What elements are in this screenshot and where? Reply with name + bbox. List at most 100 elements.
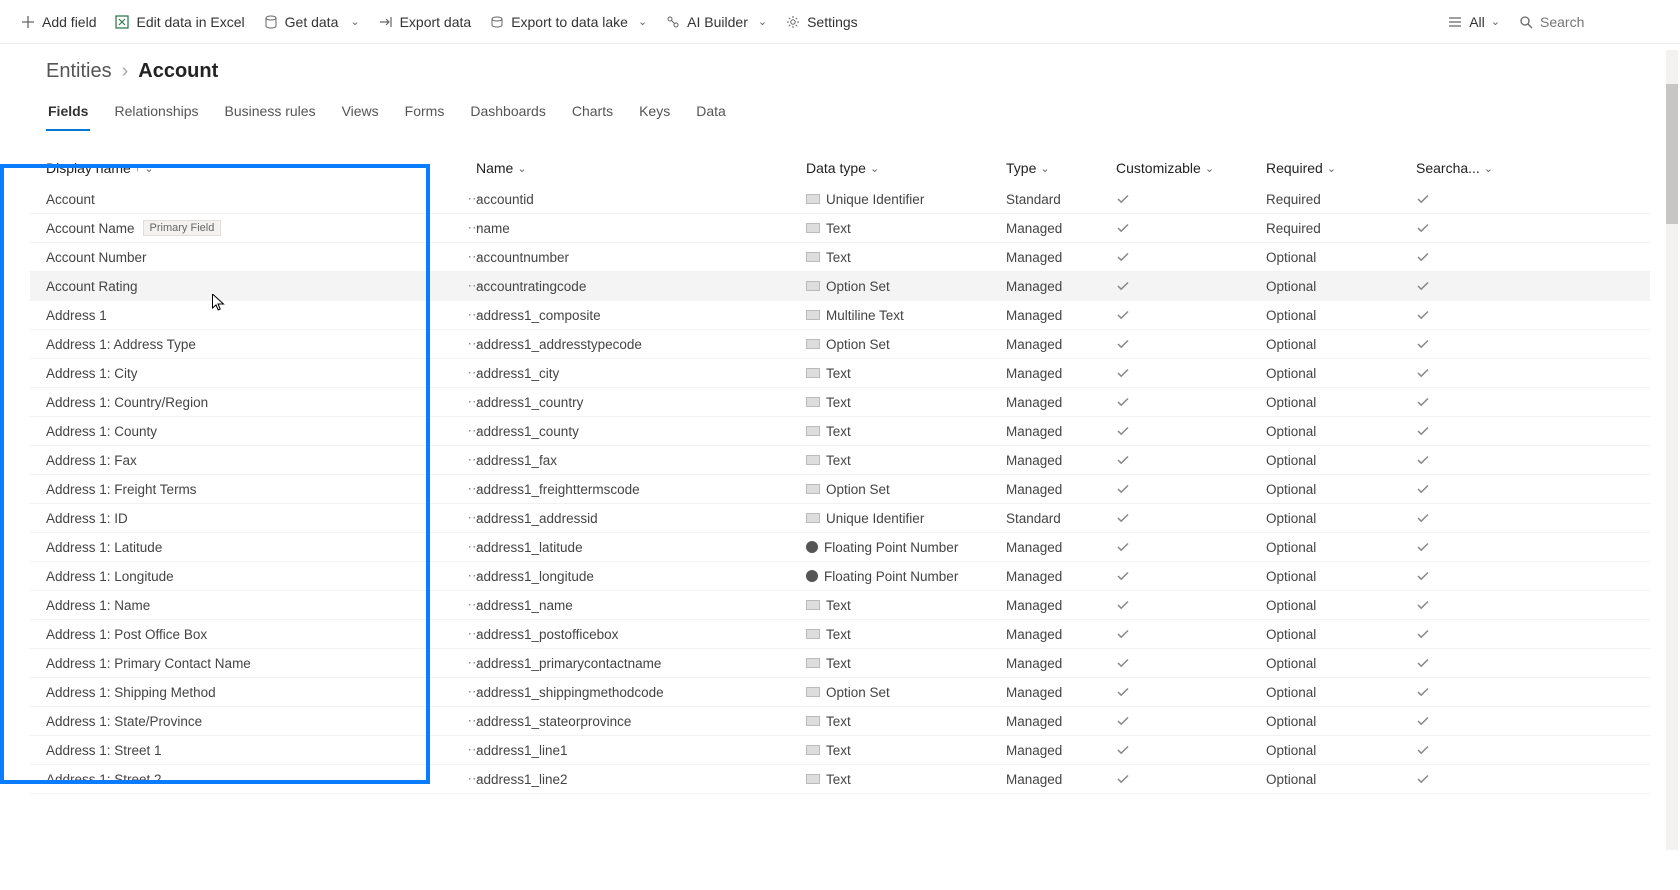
column-name[interactable]: Name ⌄ <box>476 160 806 176</box>
data-type-icon <box>806 252 820 262</box>
row-more-button[interactable]: ⋯ <box>468 655 483 671</box>
searchable-check-icon <box>1416 279 1496 293</box>
row-more-button[interactable]: ⋯ <box>468 539 483 555</box>
row-more-button[interactable]: ⋯ <box>468 307 483 323</box>
row-more-button[interactable]: ⋯ <box>468 336 483 352</box>
column-display-name[interactable]: Display name ↑ ⌄ <box>46 160 476 176</box>
data-type-icon <box>806 570 818 582</box>
table-row[interactable]: Account NamePrimary Field⋯nameTextManage… <box>30 214 1650 243</box>
breadcrumb-parent[interactable]: Entities <box>46 60 112 83</box>
data-type-icon <box>806 339 820 349</box>
table-row[interactable]: Address 1: State/Province⋯address1_state… <box>30 707 1650 736</box>
chevron-down-icon[interactable]: ⌄ <box>1484 162 1493 175</box>
row-more-button[interactable]: ⋯ <box>468 684 483 700</box>
chevron-down-icon[interactable]: ⌄ <box>1327 162 1336 175</box>
chevron-down-icon[interactable]: ⌄ <box>350 15 359 28</box>
tab-dashboards[interactable]: Dashboards <box>468 97 548 131</box>
row-more-button[interactable]: ⋯ <box>468 713 483 729</box>
scrollbar-thumb[interactable] <box>1666 84 1678 224</box>
field-type: Managed <box>1006 395 1116 410</box>
row-more-button[interactable]: ⋯ <box>468 423 483 439</box>
field-required: Optional <box>1266 627 1416 642</box>
field-display-name: Address 1: Street 2 <box>46 772 162 787</box>
column-required[interactable]: Required ⌄ <box>1266 160 1416 176</box>
field-type: Managed <box>1006 424 1116 439</box>
row-more-button[interactable]: ⋯ <box>468 626 483 642</box>
row-more-button[interactable]: ⋯ <box>468 278 483 294</box>
table-row[interactable]: Address 1: Shipping Method⋯address1_ship… <box>30 678 1650 707</box>
tab-fields[interactable]: Fields <box>46 97 90 131</box>
chevron-down-icon[interactable]: ⌄ <box>1040 162 1049 175</box>
searchable-check-icon <box>1416 772 1496 786</box>
export-lake-button[interactable]: Export to data lake ⌄ <box>489 14 647 30</box>
row-more-button[interactable]: ⋯ <box>468 597 483 613</box>
tab-business-rules[interactable]: Business rules <box>223 97 318 131</box>
field-type: Managed <box>1006 366 1116 381</box>
search-box[interactable] <box>1518 14 1660 30</box>
row-more-button[interactable]: ⋯ <box>468 452 483 468</box>
tab-data[interactable]: Data <box>694 97 728 131</box>
chevron-down-icon[interactable]: ⌄ <box>758 15 767 28</box>
tab-forms[interactable]: Forms <box>403 97 447 131</box>
field-required: Optional <box>1266 453 1416 468</box>
table-row[interactable]: Address 1: Street 2⋯address1_line2TextMa… <box>30 765 1650 794</box>
add-field-button[interactable]: Add field <box>20 14 96 30</box>
table-row[interactable]: Address 1: Primary Contact Name⋯address1… <box>30 649 1650 678</box>
chevron-down-icon[interactable]: ⌄ <box>1491 15 1500 28</box>
command-bar: Add field Edit data in Excel Get data ⌄ … <box>0 0 1680 44</box>
chevron-down-icon[interactable]: ⌄ <box>870 162 879 175</box>
chevron-down-icon[interactable]: ⌄ <box>517 162 526 175</box>
column-searchable[interactable]: Searcha... ⌄ <box>1416 160 1496 176</box>
table-row[interactable]: Address 1: Address Type⋯address1_address… <box>30 330 1650 359</box>
tab-charts[interactable]: Charts <box>570 97 615 131</box>
column-data-type[interactable]: Data type ⌄ <box>806 160 1006 176</box>
table-row[interactable]: Address 1: Name⋯address1_nameTextManaged… <box>30 591 1650 620</box>
column-type[interactable]: Type ⌄ <box>1006 160 1116 176</box>
table-row[interactable]: Address 1: Country/Region⋯address1_count… <box>30 388 1650 417</box>
field-display-name: Address 1: Shipping Method <box>46 685 216 700</box>
field-type: Managed <box>1006 482 1116 497</box>
edit-excel-button[interactable]: Edit data in Excel <box>114 14 244 30</box>
table-row[interactable]: Account Rating⋯accountratingcodeOption S… <box>30 272 1650 301</box>
customizable-check-icon <box>1116 424 1266 438</box>
export-data-button[interactable]: Export data <box>378 14 472 30</box>
row-more-button[interactable]: ⋯ <box>468 742 483 758</box>
row-more-button[interactable]: ⋯ <box>468 510 483 526</box>
field-type: Managed <box>1006 453 1116 468</box>
row-more-button[interactable]: ⋯ <box>468 568 483 584</box>
row-more-button[interactable]: ⋯ <box>468 191 483 207</box>
table-row[interactable]: Address 1: ID⋯address1_addressidUnique I… <box>30 504 1650 533</box>
table-row[interactable]: Address 1: Post Office Box⋯address1_post… <box>30 620 1650 649</box>
row-more-button[interactable]: ⋯ <box>468 481 483 497</box>
table-row[interactable]: Address 1: Freight Terms⋯address1_freigh… <box>30 475 1650 504</box>
table-row[interactable]: Address 1: Street 1⋯address1_line1TextMa… <box>30 736 1650 765</box>
field-data-type: Option Set <box>806 279 1006 294</box>
tab-views[interactable]: Views <box>340 97 381 131</box>
column-customizable[interactable]: Customizable ⌄ <box>1116 160 1266 176</box>
tab-keys[interactable]: Keys <box>637 97 672 131</box>
plus-icon <box>20 14 36 30</box>
table-row[interactable]: Address 1⋯address1_compositeMultiline Te… <box>30 301 1650 330</box>
row-more-button[interactable]: ⋯ <box>468 365 483 381</box>
chevron-down-icon[interactable]: ⌄ <box>638 15 647 28</box>
row-more-button[interactable]: ⋯ <box>468 220 483 236</box>
settings-button[interactable]: Settings <box>785 14 858 30</box>
ai-builder-button[interactable]: AI Builder ⌄ <box>665 14 767 30</box>
customizable-check-icon <box>1116 743 1266 757</box>
table-row[interactable]: Account⋯accountidUnique IdentifierStanda… <box>30 185 1650 214</box>
table-row[interactable]: Address 1: County⋯address1_countyTextMan… <box>30 417 1650 446</box>
table-row[interactable]: Address 1: City⋯address1_cityTextManaged… <box>30 359 1650 388</box>
table-row[interactable]: Address 1: Longitude⋯address1_longitudeF… <box>30 562 1650 591</box>
search-input[interactable] <box>1540 14 1660 30</box>
get-data-button[interactable]: Get data ⌄ <box>263 14 360 30</box>
table-row[interactable]: Account Number⋯accountnumberTextManagedO… <box>30 243 1650 272</box>
table-row[interactable]: Address 1: Latitude⋯address1_latitudeFlo… <box>30 533 1650 562</box>
row-more-button[interactable]: ⋯ <box>468 394 483 410</box>
view-filter-button[interactable]: All ⌄ <box>1447 14 1500 30</box>
chevron-down-icon[interactable]: ⌄ <box>144 162 153 175</box>
table-row[interactable]: Address 1: Fax⋯address1_faxTextManagedOp… <box>30 446 1650 475</box>
tab-relationships[interactable]: Relationships <box>112 97 200 131</box>
row-more-button[interactable]: ⋯ <box>468 771 483 787</box>
chevron-down-icon[interactable]: ⌄ <box>1205 162 1214 175</box>
row-more-button[interactable]: ⋯ <box>468 249 483 265</box>
